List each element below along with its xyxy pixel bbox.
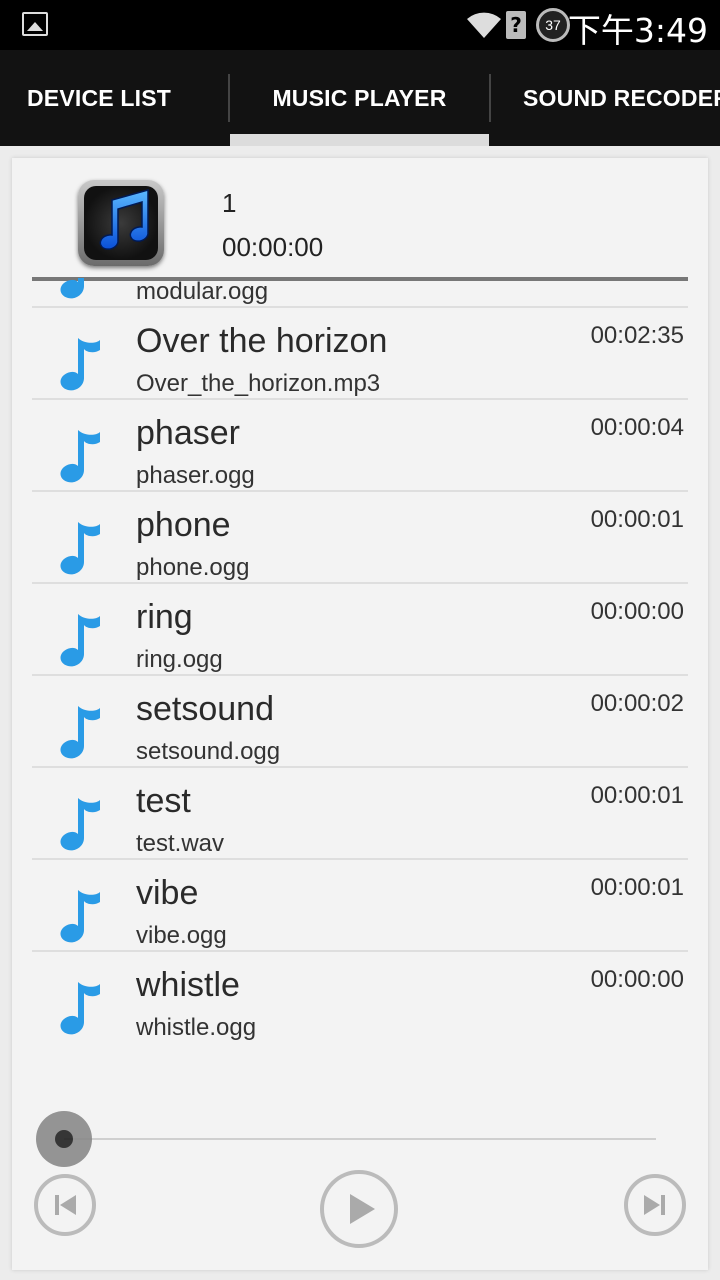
- gallery-icon: [22, 12, 48, 36]
- track-filename: phaser.ogg: [136, 462, 255, 489]
- music-note-icon: [56, 702, 104, 765]
- track-title: setsound: [136, 690, 274, 728]
- track-filename: whistle.ogg: [136, 1014, 257, 1041]
- tab-bar: DEVICE LIST MUSIC PLAYER SOUND RECODER: [0, 50, 720, 146]
- track-filename: ring.ogg: [136, 646, 223, 673]
- music-note-icon: [56, 518, 104, 581]
- battery-icon: 37: [536, 8, 570, 42]
- track-duration: 00:00:00: [590, 966, 684, 993]
- track-duration: 00:00:00: [590, 598, 684, 625]
- track-duration: 00:00:01: [590, 506, 684, 533]
- track-row[interactable]: ring ring.ogg 00:00:00: [32, 584, 688, 676]
- play-button[interactable]: [320, 1170, 398, 1248]
- music-note-icon: [56, 978, 104, 1041]
- skip-next-icon: [644, 1195, 665, 1215]
- music-note-icon: [56, 278, 104, 305]
- track-filename: test.wav: [136, 830, 225, 857]
- track-duration: 00:00:01: [590, 874, 684, 901]
- music-note-icon: [56, 886, 104, 949]
- music-note-icon: [56, 334, 104, 397]
- track-filename: phone.ogg: [136, 554, 250, 581]
- seekbar-thumb[interactable]: [36, 1111, 92, 1167]
- tab-sound-recoder[interactable]: SOUND RECODER: [500, 50, 720, 146]
- track-title: Over the horizon: [136, 322, 388, 360]
- skip-previous-icon: [55, 1195, 76, 1215]
- track-title: ring: [136, 598, 193, 636]
- status-bar: ? 37 下午3:49: [0, 0, 720, 50]
- track-filename: setsound.ogg: [136, 738, 281, 765]
- tab-selected-indicator: [230, 134, 489, 146]
- track-row[interactable]: test test.wav 00:00:01: [32, 768, 688, 860]
- seekbar-track[interactable]: [64, 1138, 656, 1140]
- track-duration: 00:02:35: [590, 322, 684, 349]
- track-list[interactable]: modularmodular.ogg00:00:03Over the horiz…: [32, 278, 688, 1198]
- track-row[interactable]: setsound setsound.ogg 00:00:02: [32, 676, 688, 768]
- tab-divider: [489, 74, 491, 122]
- track-row[interactable]: modularmodular.ogg00:00:03: [32, 278, 688, 308]
- track-title: whistle: [136, 966, 240, 1004]
- track-row[interactable]: phone phone.ogg 00:00:01: [32, 492, 688, 584]
- track-title: test: [136, 782, 191, 820]
- track-filename: modular.ogg: [136, 278, 269, 305]
- music-player-panel: 1 00:00:00 modularmodular.ogg00:00:03Ove…: [12, 158, 708, 1270]
- music-note-icon: [56, 794, 104, 857]
- music-note-icon: [56, 426, 104, 489]
- music-app-icon: [78, 180, 164, 266]
- no-sim-icon: ?: [506, 11, 526, 39]
- now-playing-elapsed: 00:00:00: [222, 232, 324, 262]
- track-row[interactable]: vibe vibe.ogg 00:00:01: [32, 860, 688, 952]
- tab-music-player[interactable]: MUSIC PLAYER: [230, 50, 489, 146]
- next-button[interactable]: [624, 1174, 686, 1236]
- track-title: phone: [136, 506, 231, 544]
- music-note-icon: [56, 610, 104, 673]
- track-title: phaser: [136, 414, 240, 452]
- track-row[interactable]: whistle whistle.ogg 00:00:00: [32, 952, 688, 1044]
- track-row[interactable]: phaser phaser.ogg 00:00:04: [32, 400, 688, 492]
- track-filename: vibe.ogg: [136, 922, 227, 949]
- status-time: 下午3:49: [567, 11, 708, 50]
- track-duration: 00:00:04: [590, 414, 684, 441]
- play-icon: [350, 1194, 375, 1224]
- track-duration: 00:00:01: [590, 782, 684, 809]
- now-playing-track-number: 1: [222, 188, 237, 218]
- now-playing-header: 1 00:00:00: [12, 158, 708, 278]
- track-row[interactable]: Over the horizon Over_the_horizon.mp3 00:0…: [32, 308, 688, 400]
- track-duration: 00:00:02: [590, 690, 684, 717]
- previous-button[interactable]: [34, 1174, 96, 1236]
- track-filename: Over_the_horizon.mp3: [136, 370, 381, 397]
- wifi-icon: [466, 10, 502, 45]
- track-title: vibe: [136, 874, 199, 912]
- tab-device-list[interactable]: DEVICE LIST: [0, 50, 198, 146]
